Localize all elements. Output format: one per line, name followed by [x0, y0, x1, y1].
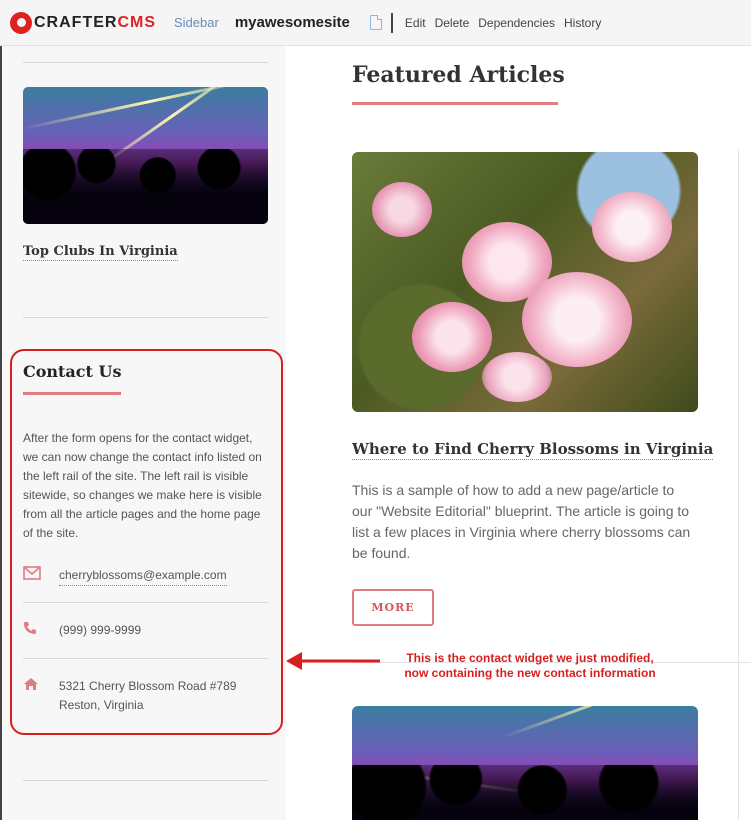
contact-heading: Contact Us — [23, 362, 122, 381]
club-article-link[interactable]: Top Clubs In Virginia — [23, 244, 178, 261]
contact-email-row: cherryblossoms@example.com — [23, 566, 268, 586]
crowd-silhouette — [23, 148, 268, 224]
page-actions-menu: Edit Delete Dependencies History — [405, 16, 601, 30]
blossom-cluster — [482, 352, 552, 402]
logo-main: CRAFTER — [34, 13, 118, 31]
contact-description: After the form opens for the contact wid… — [23, 431, 262, 540]
crowd-silhouette — [352, 764, 698, 820]
crafter-logo[interactable]: CRAFTERCMS — [10, 11, 156, 34]
left-rail-sidebar: Top Clubs In Virginia Contact Us After t… — [0, 46, 286, 820]
contact-phone-row: (999) 999-9999 — [23, 621, 268, 640]
sidebar-divider — [23, 780, 268, 781]
article-title-link[interactable]: Where to Find Cherry Blossoms in Virgini… — [352, 440, 714, 460]
annotation-line1: This is the contact widget we just modif… — [406, 651, 654, 665]
contact-address-row: 5321 Cherry Blossom Road #789 Reston, Vi… — [23, 677, 268, 715]
contact-address: 5321 Cherry Blossom Road #789 Reston, Vi… — [59, 677, 236, 715]
gear-logo-icon — [10, 11, 32, 34]
logo-text: CRAFTERCMS — [34, 14, 156, 32]
top-toolbar: CRAFTERCMS Sidebar myawesomesite Edit De… — [0, 0, 751, 46]
club-article-image[interactable] — [352, 706, 698, 820]
contact-divider — [23, 602, 268, 603]
contact-email-link[interactable]: cherryblossoms@example.com — [59, 566, 227, 586]
edit-menu-item[interactable]: Edit — [405, 16, 426, 30]
annotation-arrow-icon — [286, 652, 380, 670]
blossom-cluster — [522, 272, 632, 367]
featured-title-underline — [352, 102, 558, 105]
dependencies-menu-item[interactable]: Dependencies — [478, 16, 555, 30]
envelope-icon — [23, 566, 59, 580]
cherry-blossom-image[interactable] — [352, 152, 698, 412]
contact-phone: (999) 999-9999 — [59, 623, 142, 637]
toolbar-divider — [390, 12, 393, 33]
annotation-line2: now containing the new contact informati… — [404, 666, 656, 680]
page-icon[interactable] — [369, 15, 382, 30]
delete-menu-item[interactable]: Delete — [435, 16, 470, 30]
club-thumbnail-image[interactable] — [23, 87, 268, 224]
annotation-note: This is the contact widget we just modif… — [380, 651, 680, 681]
sidebar-divider — [23, 317, 268, 318]
more-button[interactable]: MORE — [352, 589, 434, 626]
sidebar-toggle-link[interactable]: Sidebar — [174, 15, 219, 30]
contact-heading-underline — [23, 392, 121, 395]
site-name[interactable]: myawesomesite — [235, 14, 350, 31]
contact-address-line1: 5321 Cherry Blossom Road #789 — [59, 679, 237, 693]
blossom-cluster — [592, 192, 672, 262]
sidebar-divider — [23, 62, 268, 63]
blossom-cluster — [412, 302, 492, 372]
blossom-cluster — [372, 182, 432, 237]
featured-articles-title: Featured Articles — [352, 62, 565, 88]
phone-icon — [23, 621, 59, 635]
contact-divider — [23, 658, 268, 659]
light-beam — [23, 87, 268, 130]
logo-accent: CMS — [117, 13, 156, 31]
light-beam — [501, 706, 698, 739]
article-description: This is a sample of how to add a new pag… — [352, 482, 691, 561]
content-divider — [738, 150, 739, 820]
history-menu-item[interactable]: History — [564, 16, 601, 30]
contact-address-line2: Reston, Virginia — [59, 698, 144, 712]
home-icon — [23, 677, 59, 691]
